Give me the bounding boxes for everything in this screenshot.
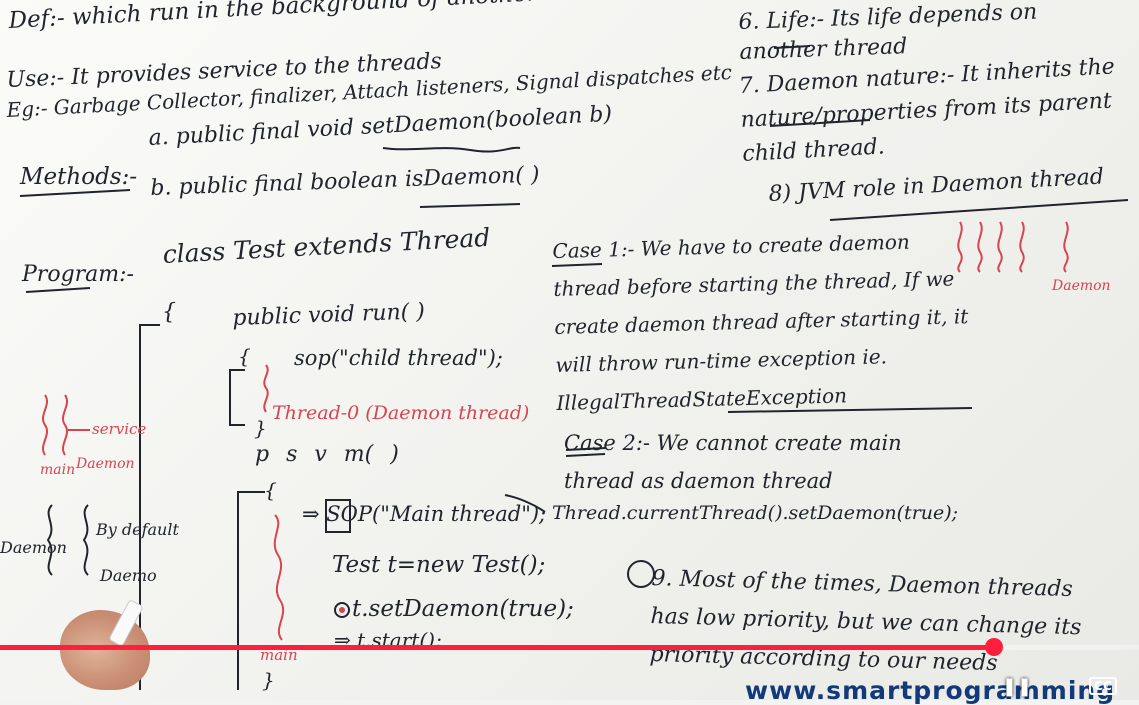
code-set-daemon: t.setDaemon(true); xyxy=(352,596,574,622)
case-1: Case 1:- We have to create daemon thread… xyxy=(552,221,977,422)
red-squiggle-left-2 xyxy=(62,394,68,456)
side-main: main xyxy=(40,462,76,478)
current-thread-line: Thread.currentThread().setDaemon(true); xyxy=(552,502,959,524)
code-main-brace: { xyxy=(264,478,277,502)
case-1-text: Case 1:- We have to create daemon thread… xyxy=(552,229,969,415)
pause-icon: ❚❚ xyxy=(1001,675,1033,697)
code-thread0: Thread-0 (Daemon thread) xyxy=(272,402,530,424)
side-daemon: Daemon xyxy=(76,456,135,472)
side-by-default: By default xyxy=(96,520,179,539)
daemon-right-label: Daemon xyxy=(1052,278,1111,294)
code-run-close: } xyxy=(254,416,267,440)
side-daemon-2: Daemon xyxy=(0,538,67,557)
pause-button[interactable]: ❚❚ xyxy=(1000,674,1034,698)
code-new-test: Test t=new Test(); xyxy=(332,552,546,578)
underline-isdaemon xyxy=(419,203,521,208)
brace-left-2 xyxy=(82,504,89,576)
point-7: 7. Daemon nature:- It inherits the natur… xyxy=(738,49,1139,172)
red-squiggle-jvm-3 xyxy=(997,221,1003,273)
bracket-run xyxy=(229,369,245,426)
point-7-text: 7. Daemon nature:- It inherits the natur… xyxy=(738,54,1116,167)
red-squiggle-main xyxy=(273,514,285,641)
underline-methods xyxy=(19,189,131,197)
case-2-text: Case 2:- We cannot create main thread as… xyxy=(564,431,902,493)
program-label: Program:- xyxy=(22,262,134,287)
circled-nine xyxy=(627,560,655,588)
red-squiggle-jvm-4 xyxy=(1019,221,1025,273)
point-6-text: 6. Life:- Its life depends on another th… xyxy=(738,0,1038,65)
code-run-brace: { xyxy=(238,344,251,368)
cc-icon: CC xyxy=(1089,677,1117,695)
captions-button[interactable]: CC xyxy=(1086,674,1120,698)
video-progress-bar[interactable] xyxy=(0,645,1139,650)
code-sop-main: ⇒ SOP("Main thread"); xyxy=(302,502,547,526)
red-squiggle-jvm-2 xyxy=(977,221,983,273)
point-9-text: 9. Most of the times, Daemon threads has… xyxy=(649,565,1082,677)
underline-program xyxy=(25,287,91,293)
code-sop-child: sop("child thread"); xyxy=(294,346,503,370)
red-squiggle-jvm-5 xyxy=(1063,221,1069,273)
methods-label: Methods:- xyxy=(20,164,138,190)
side-daemo: Daemo xyxy=(100,566,157,585)
code-psvm: p s v m( ) xyxy=(255,442,399,467)
code-final-brace: } xyxy=(262,668,275,692)
underline-jvm xyxy=(829,199,1129,221)
code-class-brace: { xyxy=(162,300,176,325)
side-service: service xyxy=(92,420,147,438)
red-squiggle-run xyxy=(263,364,269,413)
point-9: 9. Most of the times, Daemon threads has… xyxy=(649,560,1092,685)
red-squiggle-left-1 xyxy=(42,394,48,456)
case-2: Case 2:- We cannot create main thread as… xyxy=(564,424,974,500)
bullet-set-daemon-fill xyxy=(339,607,345,613)
watermark: www.smartprogramming xyxy=(745,676,1116,705)
whiteboard: Def:- which run in the background of ano… xyxy=(0,0,1139,700)
video-progress-fill xyxy=(0,645,995,650)
underline-setdaemon xyxy=(382,146,521,153)
